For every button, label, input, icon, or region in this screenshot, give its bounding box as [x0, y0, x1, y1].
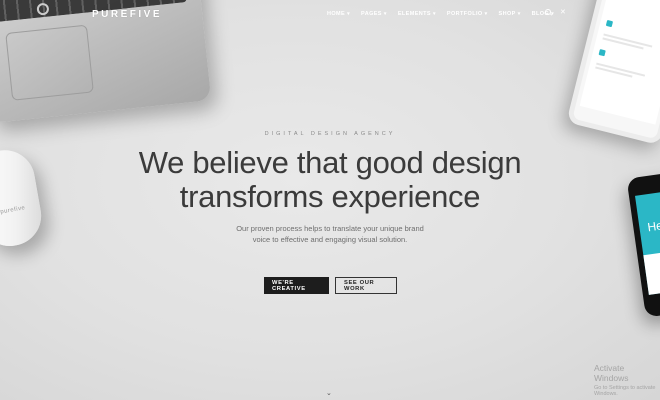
- activate-windows-watermark: Activate Windows Go to Settings to activ…: [594, 363, 660, 397]
- chevron-down-icon: ▾: [432, 10, 436, 17]
- subtext-line-1: Our proven process helps to translate yo…: [236, 224, 424, 233]
- hero-tagline: DIGITAL DESIGN AGENCY: [264, 131, 396, 137]
- nav-item-shop[interactable]: SHOP ▾: [499, 11, 521, 17]
- chevron-down-icon: ▾: [383, 10, 387, 17]
- laptop-trackpad: [5, 24, 94, 101]
- headline-line-2: transforms experience: [179, 179, 481, 214]
- nav-item-label: SHOP: [498, 11, 516, 17]
- tablet-screen: [579, 0, 660, 125]
- nav-icons: ✕: [545, 9, 567, 16]
- site-logo[interactable]: PUREFIVE: [92, 9, 162, 20]
- search-icon[interactable]: [545, 9, 552, 16]
- watermark-title: Activate Windows: [594, 363, 629, 383]
- close-icon[interactable]: ✕: [560, 9, 567, 16]
- nav-item-label: PORTFOLIO: [446, 11, 483, 17]
- scroll-down-chevron-icon[interactable]: ⌄: [326, 389, 332, 397]
- were-creative-button[interactable]: WE'RE CREATIVE: [264, 277, 329, 294]
- see-our-work-button[interactable]: SEE OUR WORK: [335, 277, 397, 294]
- chevron-down-icon: ▾: [347, 10, 351, 17]
- nav-item-home[interactable]: HOME ▾: [327, 11, 350, 17]
- nav-item-label: PAGES: [361, 11, 382, 17]
- subtext-line-2: voice to effective and engaging visual s…: [252, 235, 408, 244]
- main-nav: HOME ▾ PAGES ▾ ELEMENTS ▾ PORTFOLIO ▾ SHOP ▾ …: [327, 11, 554, 17]
- nav-item-elements[interactable]: ELEMENTS ▾: [398, 11, 436, 17]
- chevron-down-icon: ▾: [484, 10, 488, 17]
- hero-subtext: Our proven process helps to translate yo…: [0, 223, 660, 245]
- headline-line-1: We believe that good design: [138, 145, 522, 180]
- phone-panel: [643, 248, 660, 295]
- hero-headline: We believe that good design transforms e…: [0, 146, 660, 214]
- nav-item-label: HOME: [327, 11, 346, 17]
- nav-item-pages[interactable]: PAGES ▾: [361, 11, 387, 17]
- nav-item-portfolio[interactable]: PORTFOLIO ▾: [447, 11, 488, 17]
- watermark-subtitle: Go to Settings to activate Windows.: [594, 385, 656, 397]
- nav-item-label: ELEMENTS: [397, 11, 431, 17]
- tablet-image: [566, 0, 660, 146]
- chevron-down-icon: ▾: [517, 10, 521, 17]
